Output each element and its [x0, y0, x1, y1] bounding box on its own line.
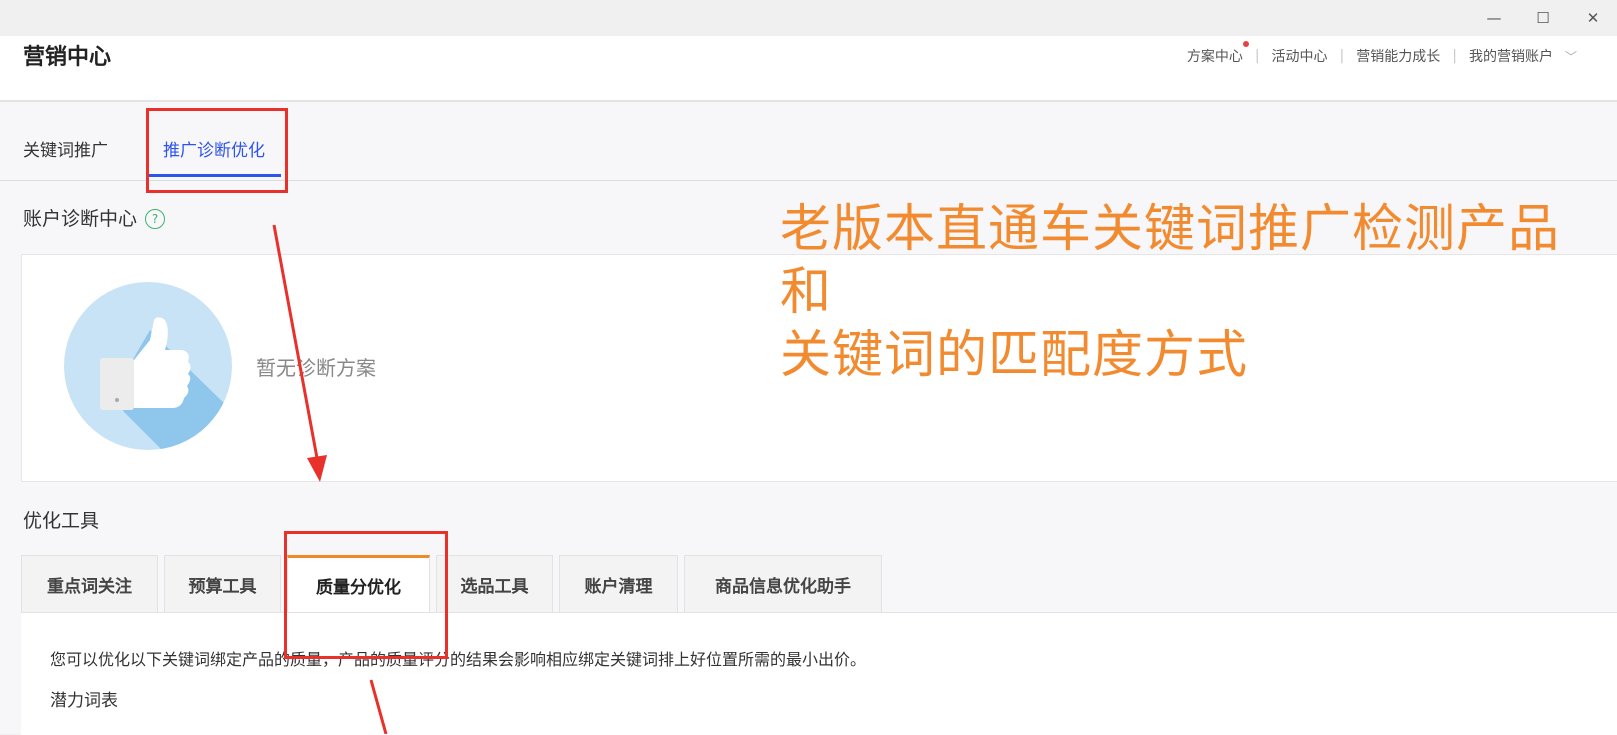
thumbs-up-icon: [64, 282, 232, 450]
app-header: 营销中心 方案中心 | 活动中心 | 营销能力成长 | 我的营销账户 ﹀: [0, 36, 1617, 102]
tool-tab-budget[interactable]: 预算工具: [164, 555, 281, 612]
window-titlebar: — ☐ ✕: [0, 0, 1617, 36]
annotation-line: 老版本直通车关键词推广检测产品和: [780, 200, 1561, 322]
notification-dot: [1242, 41, 1249, 47]
nav-divider: |: [1339, 48, 1345, 64]
tool-tabs: 重点词关注 预算工具 质量分优化 选品工具 账户清理 商品信息优化助手: [21, 555, 888, 612]
tool-tab-quality-score[interactable]: 质量分优化: [287, 555, 430, 612]
minimize-icon[interactable]: —: [1481, 6, 1507, 30]
diagnosis-section-title: 账户诊断中心?: [23, 204, 166, 231]
quality-score-description: 您可以优化以下关键词绑定产品的质量，产品的质量评分的结果会影响相应绑定关键词排上…: [50, 650, 867, 669]
nav-marketing-growth[interactable]: 营销能力成长: [1356, 46, 1440, 66]
annotation-text: 老版本直通车关键词推广检测产品和 关键词的匹配度方式: [780, 198, 1610, 387]
tool-tab-product-selection[interactable]: 选品工具: [436, 555, 553, 612]
nav-plan-center[interactable]: 方案中心: [1187, 41, 1249, 66]
close-icon[interactable]: ✕: [1580, 6, 1606, 30]
tool-tab-key-words[interactable]: 重点词关注: [21, 555, 158, 612]
tool-tab-product-info-assistant[interactable]: 商品信息优化助手: [684, 555, 882, 612]
chevron-down-icon[interactable]: ﹀: [1565, 48, 1577, 65]
tab-keyword-promotion[interactable]: 关键词推广: [23, 136, 108, 161]
tool-tab-account-cleanup[interactable]: 账户清理: [559, 555, 678, 612]
maximize-icon[interactable]: ☐: [1530, 6, 1556, 30]
tools-section-title: 优化工具: [23, 510, 100, 532]
potential-keywords-heading: 潜力词表: [50, 691, 118, 711]
tool-panel: 您可以优化以下关键词绑定产品的质量，产品的质量评分的结果会影响相应绑定关键词排上…: [21, 612, 1617, 735]
annotation-line: 关键词的匹配度方式: [780, 326, 1249, 385]
nav-my-account[interactable]: 我的营销账户: [1469, 46, 1553, 66]
main-content: 关键词推广 推广诊断优化 账户诊断中心? 暂无诊断方案 优化工具 重点词关注 预…: [0, 102, 1617, 735]
tab-promotion-diagnosis[interactable]: 推广诊断优化: [163, 136, 265, 161]
help-icon[interactable]: ?: [145, 209, 166, 229]
nav-divider: |: [1254, 48, 1260, 64]
app-brand: 营销中心: [23, 45, 112, 70]
top-nav: 方案中心 | 活动中心 | 营销能力成长 | 我的营销账户 ﹀: [1187, 41, 1577, 66]
active-tab-underline: [147, 174, 281, 177]
nav-divider: |: [1452, 48, 1457, 64]
nav-activity-center[interactable]: 活动中心: [1272, 46, 1328, 66]
empty-state-text: 暂无诊断方案: [256, 356, 376, 380]
main-tabs: 关键词推广 推广诊断优化: [0, 102, 1617, 181]
